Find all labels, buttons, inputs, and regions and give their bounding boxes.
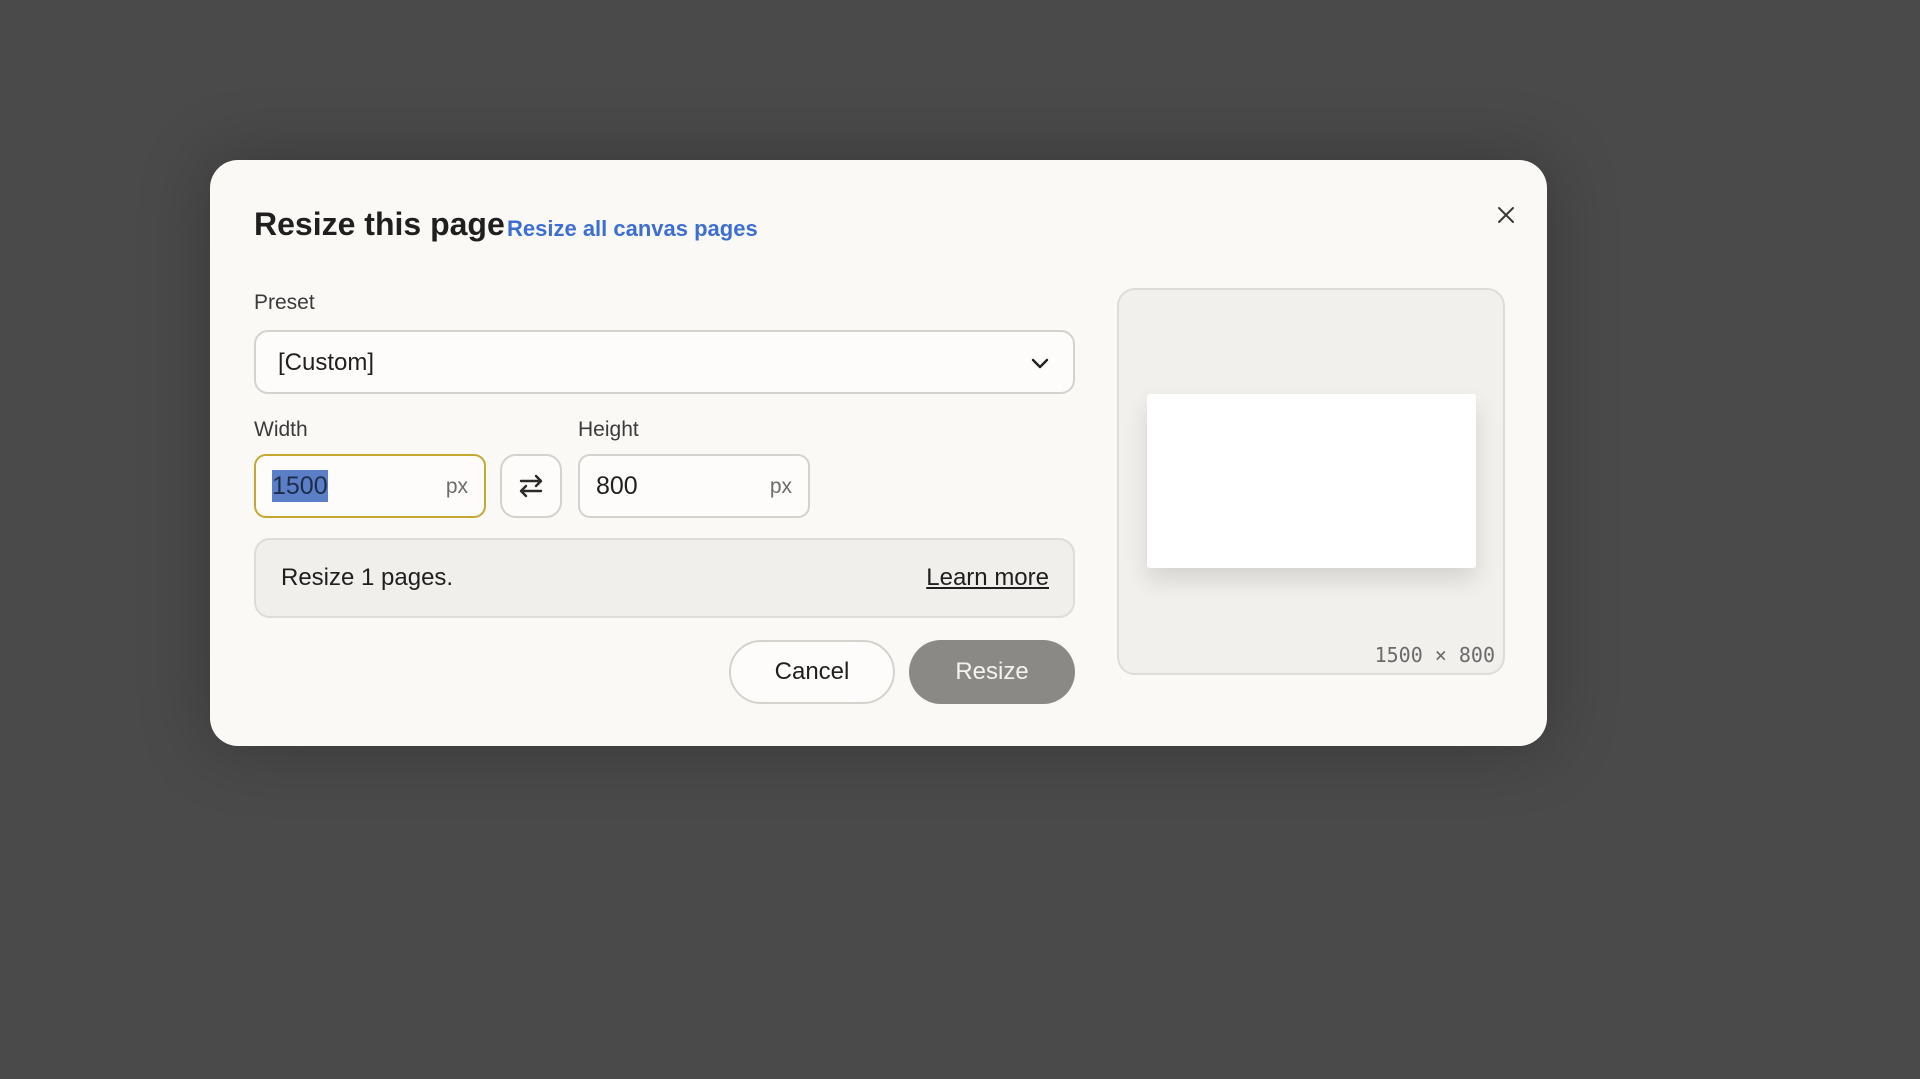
width-input[interactable]: 1500 px <box>254 454 486 518</box>
close-button[interactable] <box>1486 195 1526 235</box>
preset-label: Preset <box>254 291 315 314</box>
preview-dimensions: 1500 × 800 <box>1374 643 1495 667</box>
width-label: Width <box>254 418 308 441</box>
height-value[interactable]: 800 <box>596 472 638 501</box>
cancel-button[interactable]: Cancel <box>729 640 895 704</box>
height-unit: px <box>769 475 792 498</box>
page-preview: 1500 × 800 <box>1117 288 1505 675</box>
info-box: Resize 1 pages. Learn more <box>254 538 1075 618</box>
height-label: Height <box>578 418 639 441</box>
resize-dialog: Resize this page Resize all canvas pages… <box>210 160 1547 746</box>
info-text: Resize 1 pages. <box>281 564 454 591</box>
preset-value: [Custom] <box>278 349 375 376</box>
resize-button[interactable]: Resize <box>909 640 1075 704</box>
preset-select[interactable]: [Custom] <box>254 330 1075 394</box>
resize-all-pages-link[interactable]: Resize all canvas pages <box>507 216 758 242</box>
height-input[interactable]: 800 px <box>578 454 810 518</box>
preview-page-thumbnail <box>1147 394 1476 568</box>
swap-arrows-icon <box>519 474 543 498</box>
dialog-title: Resize this page <box>254 206 505 242</box>
chevron-down-icon <box>1031 358 1049 369</box>
swap-dimensions-button[interactable] <box>500 454 562 518</box>
width-unit: px <box>445 475 468 498</box>
close-icon <box>1498 207 1514 223</box>
width-value[interactable]: 1500 <box>272 470 328 502</box>
learn-more-link[interactable]: Learn more <box>926 564 1049 592</box>
